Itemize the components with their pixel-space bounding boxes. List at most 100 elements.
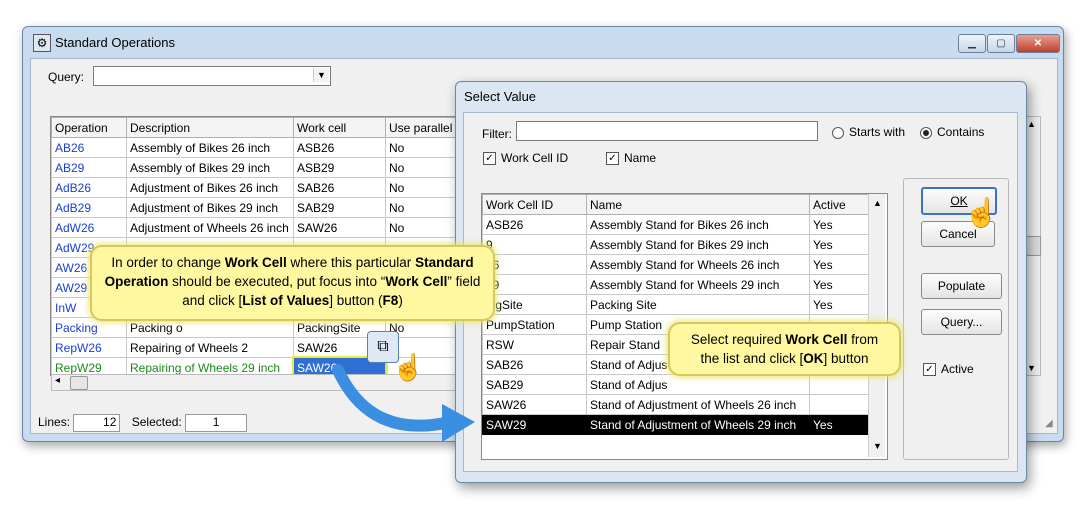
table-cell-cell[interactable]: SAW26 bbox=[293, 217, 386, 238]
chevron-down-icon[interactable]: ▼ bbox=[313, 68, 329, 82]
list-item[interactable]: SAW26 Stand of Adjustment of Wheels 26 in… bbox=[482, 394, 870, 415]
close-icon[interactable]: ✕ bbox=[1016, 34, 1060, 53]
col-header-work-cell-id[interactable]: Work Cell ID bbox=[482, 194, 587, 215]
table-cell-cell[interactable]: SAB29 bbox=[293, 197, 386, 218]
list-cell-id[interactable]: ingSite bbox=[482, 294, 587, 315]
list-item[interactable]: 26Assembly Stand for Wheels 26 inchYes bbox=[482, 254, 870, 275]
table-cell-par[interactable]: No bbox=[385, 177, 461, 198]
window-title: Standard Operations bbox=[55, 35, 175, 50]
list-cell-id[interactable]: SAB29 bbox=[482, 374, 587, 395]
list-cell-name[interactable]: Assembly Stand for Bikes 26 inch bbox=[586, 214, 810, 235]
table-cell-op[interactable]: AB26 bbox=[51, 137, 127, 158]
table-cell-par[interactable]: No bbox=[385, 217, 461, 238]
list-cell-active[interactable]: Yes bbox=[809, 254, 870, 275]
name-checkbox[interactable]: ✓ Name bbox=[606, 151, 657, 166]
list-cell-active[interactable] bbox=[809, 374, 870, 395]
work-cell-id-checkbox[interactable]: ✓ Work Cell ID bbox=[483, 151, 568, 166]
list-cell-id[interactable]: 29 bbox=[482, 274, 587, 295]
table-cell-par[interactable]: No bbox=[385, 157, 461, 178]
scroll-down-icon[interactable]: ▼ bbox=[1027, 363, 1036, 373]
list-cell-id[interactable]: SAB26 bbox=[482, 354, 587, 375]
list-item[interactable]: ingSite Packing Site Yes bbox=[482, 294, 870, 315]
table-row[interactable]: AdB26 Adjustment of Bikes 26 inch SAB26 No bbox=[51, 177, 461, 198]
table-cell-op[interactable]: RepW26 bbox=[51, 337, 127, 358]
table-cell-op[interactable]: AdB29 bbox=[51, 197, 127, 218]
table-cell-op[interactable]: AdW26 bbox=[51, 217, 127, 238]
list-item[interactable]: SAB29 Stand of Adjus bbox=[482, 374, 870, 395]
scroll-up-icon[interactable]: ▲ bbox=[1027, 119, 1036, 129]
query-combo[interactable]: ▼ bbox=[93, 66, 331, 86]
col-header-use-parallel[interactable]: Use parallel bbox=[385, 117, 461, 138]
col-header-active[interactable]: Active bbox=[809, 194, 870, 215]
col-header-description[interactable]: Description bbox=[126, 117, 294, 138]
table-row[interactable]: AB29 Assembly of Bikes 29 inch ASB29 No bbox=[51, 157, 461, 178]
callout-text: ] button bbox=[823, 351, 869, 366]
list-cell-name[interactable]: Assembly Stand for Wheels 26 inch bbox=[586, 254, 810, 275]
list-cell-id[interactable]: PumpStation bbox=[482, 314, 587, 335]
list-cell-id[interactable]: SAW26 bbox=[482, 394, 587, 415]
callout-text: Select required bbox=[690, 332, 786, 347]
table-cell-par[interactable]: No bbox=[385, 137, 461, 158]
name-checkbox-label: Name bbox=[624, 151, 657, 165]
resize-grip-icon[interactable]: ◢ bbox=[1045, 418, 1053, 429]
table-cell-cell[interactable]: ASB29 bbox=[293, 157, 386, 178]
table-row[interactable]: AdB29 Adjustment of Bikes 29 inch SAB29 No bbox=[51, 197, 461, 218]
side-thumb[interactable] bbox=[1025, 236, 1041, 256]
minimize-icon[interactable]: ▁ bbox=[958, 34, 986, 53]
table-cell-desc[interactable]: Assembly of Bikes 29 inch bbox=[126, 157, 294, 178]
table-row[interactable]: AB26 Assembly of Bikes 26 inch ASB26 No bbox=[51, 137, 461, 158]
list-cell-id[interactable]: 26 bbox=[482, 254, 587, 275]
contains-radio[interactable]: Contains bbox=[920, 125, 984, 139]
table-cell-desc[interactable]: Assembly of Bikes 26 inch bbox=[126, 137, 294, 158]
list-cell-name[interactable]: Stand of Adjustment of Wheels 29 inch bbox=[586, 414, 810, 435]
list-cell-active[interactable]: Yes bbox=[809, 294, 870, 315]
scroll-down-icon[interactable]: ▼ bbox=[873, 441, 882, 451]
active-checkbox[interactable]: ✓ Active bbox=[923, 362, 974, 377]
query-button[interactable]: Query... bbox=[921, 309, 1002, 335]
scroll-thumb[interactable] bbox=[70, 376, 88, 390]
col-header-work-cell[interactable]: Work cell bbox=[293, 117, 386, 138]
arrow-icon bbox=[332, 364, 475, 442]
list-cell-id[interactable]: SAW29 bbox=[482, 414, 587, 435]
list-cell-active[interactable]: Yes bbox=[809, 234, 870, 255]
list-cell-id[interactable]: 9 bbox=[482, 234, 587, 255]
list-cell-active[interactable]: Yes bbox=[809, 414, 870, 435]
check-icon: ✓ bbox=[923, 363, 936, 377]
list-cell-name[interactable]: Stand of Adjustment of Wheels 26 inch bbox=[586, 394, 810, 415]
scroll-left-icon[interactable]: ◂ bbox=[55, 375, 60, 386]
list-item[interactable]: 9 Assembly Stand for Bikes 29 inch Yes bbox=[482, 234, 870, 255]
list-item[interactable]: 29Assembly Stand for Wheels 29 inchYes bbox=[482, 274, 870, 295]
list-item[interactable]: ASB26 Assembly Stand for Bikes 26 inch Yes bbox=[482, 214, 870, 235]
list-cell-id[interactable]: RSW bbox=[482, 334, 587, 355]
filter-input[interactable] bbox=[516, 121, 818, 141]
callout-text: where this particular bbox=[286, 255, 416, 270]
table-cell-op[interactable]: AB29 bbox=[51, 157, 127, 178]
list-cell-active[interactable]: Yes bbox=[809, 274, 870, 295]
table-cell-desc[interactable]: Adjustment of Bikes 29 inch bbox=[126, 197, 294, 218]
populate-button[interactable]: Populate bbox=[921, 273, 1002, 299]
col-header-name[interactable]: Name bbox=[586, 194, 810, 215]
starts-with-radio[interactable]: Starts with bbox=[832, 125, 905, 139]
scroll-up-icon[interactable]: ▲ bbox=[873, 198, 882, 208]
app-gear-icon: ⚙ bbox=[33, 34, 51, 52]
list-cell-name[interactable]: Assembly Stand for Wheels 29 inch bbox=[586, 274, 810, 295]
table-cell-par[interactable]: No bbox=[385, 197, 461, 218]
table-cell-cell[interactable]: SAB26 bbox=[293, 177, 386, 198]
list-cell-active[interactable]: Yes bbox=[809, 214, 870, 235]
maximize-icon[interactable]: ▢ bbox=[987, 34, 1015, 53]
list-cell-name[interactable]: Packing Site bbox=[586, 294, 810, 315]
status-bar: Lines: 12 Selected: 1 bbox=[38, 414, 248, 432]
list-cell-active[interactable] bbox=[809, 394, 870, 415]
table-cell-cell[interactable]: ASB26 bbox=[293, 137, 386, 158]
list-cell-name[interactable]: Assembly Stand for Bikes 29 inch bbox=[586, 234, 810, 255]
table-cell-desc[interactable]: Adjustment of Bikes 26 inch bbox=[126, 177, 294, 198]
list-cell-name[interactable]: Stand of Adjus bbox=[586, 374, 810, 395]
list-item[interactable]: SAW29 Stand of Adjustment of Wheels 29 in… bbox=[482, 414, 870, 435]
table-row[interactable]: AdW26 Adjustment of Wheels 26 inch SAW26 No bbox=[51, 217, 461, 238]
list-cell-id[interactable]: ASB26 bbox=[482, 214, 587, 235]
table-cell-desc[interactable]: Repairing of Wheels 2 bbox=[126, 337, 294, 358]
table-cell-op[interactable]: AdB26 bbox=[51, 177, 127, 198]
callout-bold: OK bbox=[803, 351, 824, 366]
col-header-operation[interactable]: Operation bbox=[51, 117, 127, 138]
table-cell-desc[interactable]: Adjustment of Wheels 26 inch bbox=[126, 217, 294, 238]
